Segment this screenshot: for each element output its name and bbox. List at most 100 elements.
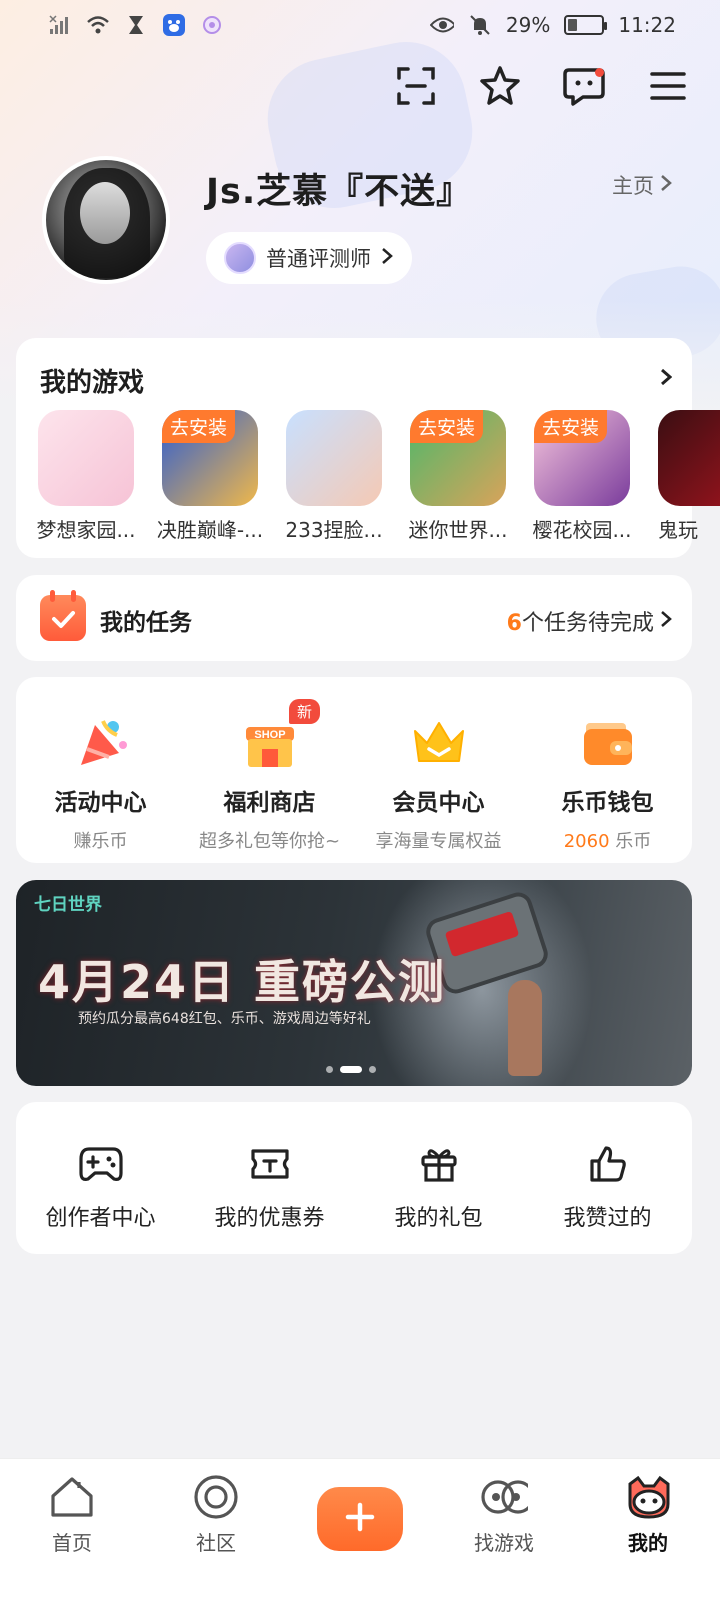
home-icon [48,1473,96,1521]
eye-icon [429,13,454,37]
app-notification-icon [200,13,224,37]
battery-fill [568,19,578,31]
wifi-icon [86,13,110,37]
banner-character [508,980,542,1076]
carousel-dot[interactable] [340,1066,362,1073]
home-page-link[interactable]: 主页 [612,170,672,200]
status-bar: 29% 11:22 [0,0,720,50]
creator-center[interactable]: 创作者中心 [16,1142,185,1232]
chevron-right-icon [660,173,672,197]
install-tag[interactable]: 去安装 [534,410,608,443]
wallet-icon [580,717,636,769]
pending-task-suffix: 个任务待完成 [521,611,654,636]
promo-banner[interactable]: 七日世界 4月24日 重磅公测 预约瓜分最高648红包、乐币、游戏周边等好礼 [16,880,692,1086]
game-item[interactable]: 梦想家园... [36,410,136,543]
feature-title: 会员中心 [392,790,485,816]
activity-center[interactable]: 活动中心 赚乐币 [16,717,185,853]
unread-dot [595,68,604,77]
gamepad-icon [78,1142,123,1186]
games-row: 梦想家园... 去安装 决胜巅峰-... 233捏脸... 去安装 迷你世界... 去安装樱… [36,410,720,543]
my-games-card: 我的游戏 梦想家园... 去安装 决胜巅峰-... 233捏脸... 去安装 迷你世界..… [16,338,720,558]
tools-row: 创作者中心 我的优惠券 我的礼包 我赞过的 [16,1142,692,1232]
feature-title: 乐币钱包 [561,790,654,816]
menu-icon [649,69,687,107]
game-item[interactable]: 去安装 樱花校园... [532,410,632,543]
messages-button[interactable] [562,66,606,110]
game-item[interactable]: 鬼玩 [658,410,720,543]
nav-find-games[interactable]: 找游戏 [432,1459,576,1600]
mute-bell-icon [468,13,492,37]
carousel-dot[interactable] [326,1066,333,1073]
battery-percent: 29% [505,13,551,37]
publish-button[interactable] [317,1487,403,1551]
game-icon [286,410,382,506]
game-icon: 去安装 [410,410,506,506]
new-badge: 新 [289,699,321,724]
gift-icon [417,1142,461,1186]
avatar-face [80,182,130,244]
community-icon [192,1473,240,1521]
game-name: 鬼玩 [658,518,698,542]
nav-profile[interactable]: 我的 [576,1459,720,1600]
shop-icon-text: SHOP [254,729,285,741]
my-coupons[interactable]: 我的优惠券 [185,1142,354,1232]
crown-icon [411,717,467,769]
calendar-check-icon [40,590,86,641]
member-center[interactable]: 会员中心 享海量专属权益 [354,717,523,853]
game-item[interactable]: 去安装决胜巅峰-... [157,410,263,543]
coin-wallet[interactable]: 乐币钱包 2060 乐币 [523,717,692,853]
game-name: 迷你世界... [408,518,508,542]
collection-button[interactable] [478,66,522,110]
menu-button[interactable] [646,66,690,110]
feature-subtitle: 享海量专属权益 [375,831,502,852]
shop-icon: SHOP [242,717,298,769]
nav-label: 社区 [196,1531,236,1555]
tools-card: 创作者中心 我的优惠券 我的礼包 我赞过的 [16,1102,692,1254]
my-likes[interactable]: 我赞过的 [523,1142,692,1232]
pending-tasks[interactable]: 6个任务待完成 [507,605,672,637]
welfare-shop[interactable]: SHOP 新 福利商店 超多礼包等你抢~ [185,699,354,853]
nav-community[interactable]: 社区 [144,1459,288,1600]
nav-publish[interactable] [288,1459,432,1600]
scan-button[interactable] [394,66,438,110]
game-icon: 去安装 [534,410,630,506]
my-games-more-button[interactable] [660,368,673,390]
game-icon: 去安装 [162,410,258,506]
bottom-navigation: 首页 社区 找游戏 我的 [0,1458,720,1600]
carousel-dot[interactable] [369,1066,376,1073]
signal-icon [48,13,72,37]
coin-unit: 乐币 [609,831,652,852]
username: Js.芝慕『不送』 [206,172,473,212]
nav-label: 首页 [52,1531,92,1555]
battery-icon [564,15,608,35]
chevron-right-icon [660,368,673,390]
banner-headline: 4月24日 重磅公测 [38,955,447,1009]
feature-title: 福利商店 [223,790,316,816]
thumbs-up-icon [586,1142,630,1186]
game-item[interactable]: 去安装迷你世界... [408,410,508,543]
tool-label: 创作者中心 [45,1206,156,1231]
badge-avatar-icon [224,242,256,274]
game-icon [658,410,720,506]
party-icon [73,717,129,769]
profile-cat-icon [624,1473,672,1521]
nav-label: 找游戏 [474,1531,534,1555]
status-right: 29% 11:22 [429,13,676,37]
install-tag[interactable]: 去安装 [410,410,484,443]
tool-label: 我的礼包 [394,1206,483,1231]
my-games-title: 我的游戏 [40,368,145,398]
avatar[interactable] [42,156,170,284]
game-name: 梦想家园... [36,518,136,542]
plus-icon [345,1502,375,1536]
install-tag[interactable]: 去安装 [162,410,236,443]
carousel-indicator [326,1066,376,1073]
my-tasks-card[interactable]: 我的任务 6个任务待完成 [16,575,692,661]
game-name: 决胜巅峰-... [156,518,264,542]
game-icon [38,410,134,506]
nav-home[interactable]: 首页 [0,1459,144,1600]
ticket-icon [248,1142,292,1186]
reviewer-badge[interactable]: 普通评测师 [206,232,412,284]
game-item[interactable]: 233捏脸... [285,410,383,543]
my-gift-packs[interactable]: 我的礼包 [354,1142,523,1232]
feature-subtitle: 超多礼包等你抢~ [198,831,341,852]
